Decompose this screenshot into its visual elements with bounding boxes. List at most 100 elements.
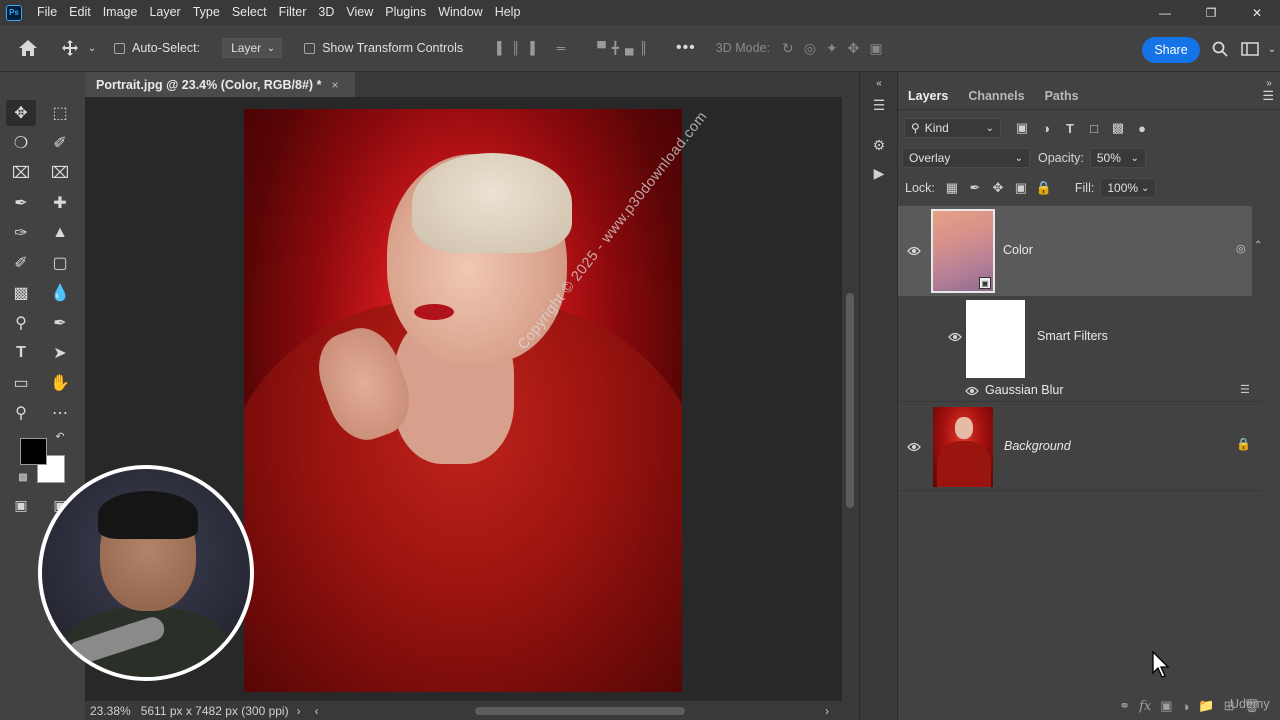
eye-icon[interactable] [947,329,963,345]
opacity-field[interactable]: 50% ⌄ [1089,148,1146,168]
lock-pixels-icon[interactable]: ✒ [964,180,986,196]
home-icon[interactable] [0,39,56,57]
tab-layers[interactable]: Layers [898,89,958,103]
menu-filter[interactable]: Filter [273,0,313,25]
menu-type[interactable]: Type [187,0,226,25]
lasso-tool-icon[interactable]: ❍ [6,130,36,156]
shape-filter-icon[interactable]: □ [1083,120,1105,136]
close-icon[interactable]: ✕ [1234,0,1280,25]
blending-options-icon[interactable]: ☰ [1240,383,1250,396]
layer-row-color[interactable]: ▣ Color ◎ ⌃ [898,206,1262,296]
move-tool-icon[interactable]: ✥ [6,100,36,126]
foreground-color-swatch[interactable] [20,438,47,465]
chevron-down-icon[interactable]: ⌄ [84,43,100,54]
brush-tool-icon[interactable]: ✑ [6,220,36,246]
minimize-icon[interactable]: — [1142,0,1188,25]
align-left-icon[interactable]: ▌ [497,41,506,55]
camera-icon[interactable]: ▣ [869,40,882,57]
menu-file[interactable]: File [31,0,63,25]
add-layer-style-icon[interactable]: fx [1139,699,1151,714]
lock-artboard-icon[interactable]: ▣ [1010,180,1032,196]
pixel-filter-icon[interactable]: ▣ [1011,120,1033,136]
smart-object-filter-icon[interactable]: ▩ [1107,120,1129,136]
zoom-level[interactable]: 23.38% [90,704,131,718]
layer-row-background[interactable]: Background 🔒 [898,403,1262,491]
properties-icon[interactable]: ☰ [868,94,890,116]
collapse-icon[interactable]: « [868,72,890,94]
path-select-tool-icon[interactable]: ➤ [45,340,75,366]
vertical-scrollbar[interactable] [842,97,859,701]
add-mask-icon[interactable]: ▣ [1160,698,1172,714]
more-tools-icon[interactable]: ⋯ [45,400,75,426]
menu-help[interactable]: Help [489,0,527,25]
show-transform-checkbox[interactable] [304,42,316,54]
history-brush-tool-icon[interactable]: ✐ [6,250,36,276]
align-center-icon[interactable]: ║ [512,41,521,55]
auto-select-target-dropdown[interactable]: Layer ⌄ [222,38,283,58]
orbit-icon[interactable]: ↻ [782,40,794,57]
panel-menu-icon[interactable]: ☰ [1262,88,1274,104]
eraser-tool-icon[interactable]: ▢ [45,250,75,276]
quick-mask-icon[interactable]: ▣ [6,492,36,518]
filter-toggle-icon[interactable]: ● [1131,120,1153,136]
align-right-icon[interactable]: ▐ [526,41,535,55]
marquee-tool-icon[interactable]: ⬚ [45,100,75,126]
menu-window[interactable]: Window [432,0,488,25]
filter-effects-icon[interactable]: ◎ [1236,242,1246,255]
workspace-icon[interactable] [1240,39,1260,59]
eyedropper-tool-icon[interactable]: ✒ [6,190,36,216]
smart-filter-mask-thumbnail[interactable] [966,300,1025,378]
link-layers-icon[interactable]: ⚭ [1119,698,1130,714]
filter-name-gaussian-blur[interactable]: Gaussian Blur [985,383,1064,397]
lock-transparency-icon[interactable]: ▦ [941,180,963,196]
default-colors-icon[interactable]: ▩ [16,470,30,484]
menu-layer[interactable]: Layer [143,0,186,25]
layer-name-background[interactable]: Background [1004,439,1071,453]
document-tab[interactable]: Portrait.jpg @ 23.4% (Color, RGB/8#) * × [85,72,355,97]
menu-edit[interactable]: Edit [63,0,97,25]
menu-select[interactable]: Select [226,0,273,25]
align-middle-icon[interactable]: ╋ [612,41,619,55]
auto-select-checkbox[interactable] [114,42,125,54]
search-icon[interactable] [1210,39,1230,59]
restore-icon[interactable]: ❐ [1188,0,1234,25]
gradient-tool-icon[interactable]: ▩ [6,280,36,306]
lock-all-icon[interactable]: 🔒 [1033,180,1055,196]
eye-icon[interactable] [906,243,922,259]
frame-tool-icon[interactable]: ⌧ [45,160,75,186]
healing-brush-tool-icon[interactable]: ✚ [45,190,75,216]
layer-row-smart-filters[interactable]: Smart Filters Gaussian Blur ☰ [898,296,1262,402]
chevron-left-icon[interactable]: ‹ [315,704,319,718]
type-filter-icon[interactable]: T [1059,120,1081,136]
roll-icon[interactable]: ◎ [804,40,816,57]
align-bottom-icon[interactable]: ▄ [625,41,634,55]
crop-tool-icon[interactable]: ⌧ [6,160,36,186]
pen-tool-icon[interactable]: ✒ [45,310,75,336]
eye-icon[interactable] [964,383,980,399]
layer-name-color[interactable]: Color [1003,243,1033,257]
layer-name-smart-filters[interactable]: Smart Filters [1037,329,1108,343]
distribute-vertical-icon[interactable]: ║ [639,41,648,55]
pan-icon[interactable]: ✦ [826,40,838,57]
vertical-scroll-thumb[interactable] [846,293,854,508]
horizontal-scroll-thumb[interactable] [475,707,685,715]
fill-field[interactable]: 100% ⌄ [1100,178,1157,198]
chevron-right-icon[interactable]: › [825,704,829,718]
actions-play-icon[interactable]: ▶ [868,162,890,184]
filter-kind-dropdown[interactable]: ⚲ Kind ⌄ [904,118,1001,138]
rectangle-tool-icon[interactable]: ▭ [6,370,36,396]
more-options-icon[interactable]: ••• [676,39,696,57]
stamp-tool-icon[interactable]: ▲ [45,220,75,246]
quick-select-tool-icon[interactable]: ✐ [45,130,75,156]
adjustment-layer-icon[interactable]: ◑ [1182,699,1190,714]
type-tool-icon[interactable]: T [6,340,36,366]
menu-image[interactable]: Image [97,0,144,25]
tab-paths[interactable]: Paths [1035,89,1089,103]
menu-3d[interactable]: 3D [312,0,340,25]
menu-plugins[interactable]: Plugins [379,0,432,25]
chevron-right-icon[interactable]: › [297,704,301,718]
eye-icon[interactable] [906,439,922,455]
menu-view[interactable]: View [340,0,379,25]
blend-mode-dropdown[interactable]: Overlay ⌄ [902,148,1030,168]
tab-channels[interactable]: Channels [958,89,1034,103]
